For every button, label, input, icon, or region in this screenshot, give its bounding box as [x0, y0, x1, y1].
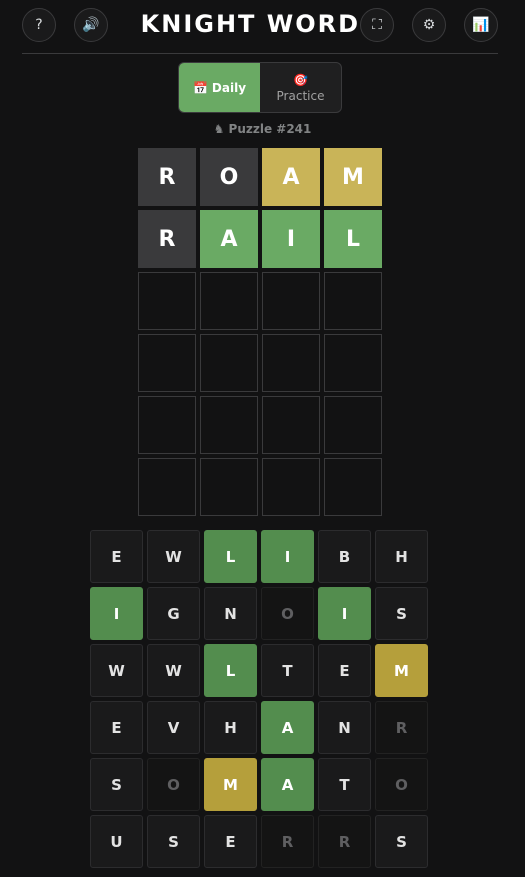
letter-cell[interactable]: H [375, 530, 428, 583]
bar-chart-icon: 📊 [472, 17, 490, 33]
guess-board: ROAMRAIL [138, 148, 382, 520]
letter-cell[interactable]: O [147, 758, 200, 811]
gear-icon: ⚙ [422, 17, 436, 33]
letter-cell[interactable]: M [204, 758, 257, 811]
letter-cell[interactable]: M [375, 644, 428, 697]
letter-cell[interactable]: O [375, 758, 428, 811]
board-tile [200, 334, 258, 392]
grid-row: EVHANR [90, 701, 430, 754]
letter-cell[interactable]: I [318, 587, 371, 640]
letter-cell[interactable]: N [204, 587, 257, 640]
settings-button[interactable]: ⚙ [412, 8, 446, 42]
letter-cell[interactable]: G [147, 587, 200, 640]
board-row [138, 334, 382, 392]
grid-row: SOMATO [90, 758, 430, 811]
letter-cell[interactable]: W [90, 644, 143, 697]
letter-cell[interactable]: S [147, 815, 200, 868]
board-tile [324, 458, 382, 516]
board-tile: L [324, 210, 382, 268]
letter-cell[interactable]: V [147, 701, 200, 754]
daily-label: Daily [211, 80, 247, 95]
board-tile: R [138, 148, 196, 206]
target-icon: 🎯 [293, 72, 308, 87]
board-row [138, 458, 382, 516]
stats-button[interactable]: 📊 [464, 8, 498, 42]
letter-cell[interactable]: A [261, 701, 314, 754]
board-tile [262, 334, 320, 392]
board-tile [262, 396, 320, 454]
board-tile: O [200, 148, 258, 206]
letter-cell[interactable]: R [318, 815, 371, 868]
practice-label: Practice [276, 88, 325, 103]
letter-cell[interactable]: L [204, 644, 257, 697]
letter-cell[interactable]: B [318, 530, 371, 583]
header: ? 🔊 KNIGHT WORDS ⛶ ⚙ 📊 [22, 0, 498, 54]
board-row: RAIL [138, 210, 382, 268]
board-tile: A [262, 148, 320, 206]
letter-cell[interactable]: S [375, 587, 428, 640]
board-tile [138, 334, 196, 392]
board-tile [262, 272, 320, 330]
letter-cell[interactable]: A [261, 758, 314, 811]
board-tile [200, 396, 258, 454]
letter-cell[interactable]: E [318, 644, 371, 697]
letter-cell[interactable]: T [261, 644, 314, 697]
board-tile [138, 396, 196, 454]
daily-mode-button[interactable]: 📅 Daily [179, 63, 260, 112]
letter-cell[interactable]: N [318, 701, 371, 754]
letter-cell[interactable]: S [375, 815, 428, 868]
letter-cell[interactable]: H [204, 701, 257, 754]
board-tile [138, 272, 196, 330]
letter-cell[interactable]: R [375, 701, 428, 754]
board-tile [200, 458, 258, 516]
puzzle-number: ♞ Puzzle #241 [213, 122, 312, 136]
letter-cell[interactable]: R [261, 815, 314, 868]
grid-row: USERRS [90, 815, 430, 868]
fullscreen-icon: ⛶ [372, 17, 382, 33]
board-tile: R [138, 210, 196, 268]
letter-cell[interactable]: L [204, 530, 257, 583]
board-tile: I [262, 210, 320, 268]
letter-cell[interactable]: T [318, 758, 371, 811]
fullscreen-button[interactable]: ⛶ [360, 8, 394, 42]
board-tile [324, 334, 382, 392]
letter-cell[interactable]: I [90, 587, 143, 640]
letter-cell[interactable]: U [90, 815, 143, 868]
letter-cell[interactable]: E [204, 815, 257, 868]
letter-cell[interactable]: O [261, 587, 314, 640]
grid-row: IGNOIS [90, 587, 430, 640]
practice-mode-button[interactable]: 🎯 Practice [260, 63, 341, 112]
board-tile [200, 272, 258, 330]
letter-cell[interactable]: S [90, 758, 143, 811]
letter-cell[interactable]: W [147, 644, 200, 697]
grid-row: WWLTEM [90, 644, 430, 697]
board-row: ROAM [138, 148, 382, 206]
board-row [138, 396, 382, 454]
board-row [138, 272, 382, 330]
letter-grid: EWLIBHIGNOISWWLTEMEVHANRSOMATOUSERRS [90, 530, 430, 872]
letter-cell[interactable]: E [90, 530, 143, 583]
board-tile [324, 396, 382, 454]
letter-cell[interactable]: I [261, 530, 314, 583]
letter-cell[interactable]: E [90, 701, 143, 754]
calendar-icon: 📅 [192, 80, 208, 95]
mode-toggle: 📅 Daily 🎯 Practice [178, 62, 342, 113]
grid-row: EWLIBH [90, 530, 430, 583]
board-tile: A [200, 210, 258, 268]
letter-cell[interactable]: W [147, 530, 200, 583]
board-tile [262, 458, 320, 516]
board-tile: M [324, 148, 382, 206]
board-tile [324, 272, 382, 330]
board-tile [138, 458, 196, 516]
